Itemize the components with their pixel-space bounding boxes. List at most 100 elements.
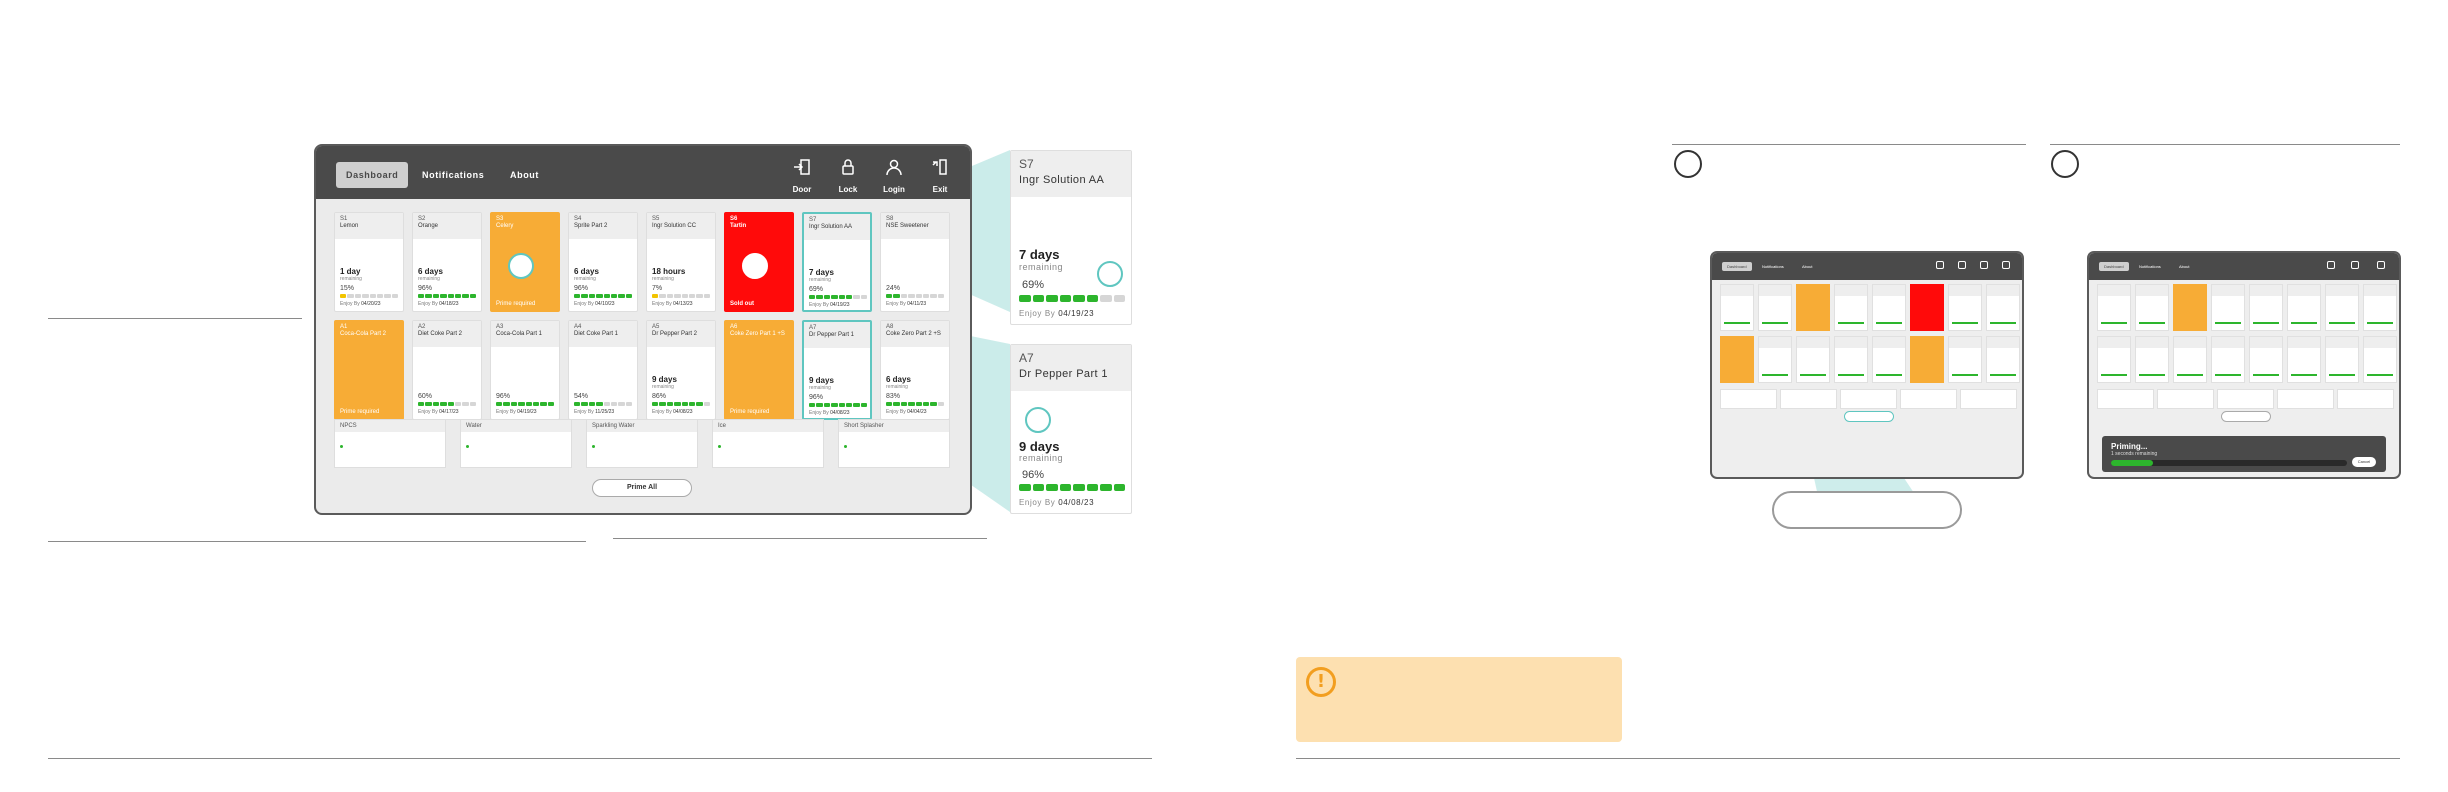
top-bar: Dashboard Notifications About Door Lock …: [316, 146, 970, 199]
enjoy-date: 04/18/23: [439, 301, 459, 307]
slot-id: A1: [340, 324, 348, 330]
ingredient-name: Dr Pepper Part 1: [1019, 368, 1108, 380]
bar-segment: [853, 403, 860, 407]
fill-bar: [418, 294, 476, 298]
ingredient-name: Lemon: [340, 223, 359, 229]
priming-cancel-button[interactable]: Cancel: [2352, 457, 2376, 467]
prime-all-button[interactable]: Prime All: [592, 479, 692, 497]
ingredient-tile-a5[interactable]: A5 Dr Pepper Part 2 9 days remaining 86% Enjo…: [646, 320, 716, 420]
tab-dashboard[interactable]: Dashboard: [336, 162, 409, 188]
bar-segment: [681, 294, 688, 298]
mini-fill-bar: [2139, 322, 2165, 324]
bar-segment: [1073, 295, 1085, 302]
bar-segment: [610, 402, 618, 406]
dispenser-pedestal: [1772, 491, 1962, 529]
enjoy-date: 04/19/23: [830, 302, 850, 308]
door-exit-icon: [794, 159, 810, 175]
priming-dialog: Priming... 1 seconds remaining Cancel: [2102, 436, 2386, 472]
mini-fill-bar: [2215, 374, 2241, 376]
bar-segment: [1100, 484, 1112, 491]
fill-percent: 96%: [418, 285, 433, 292]
enjoy-date: 04/19/23: [1058, 309, 1095, 318]
enjoy-date: 04/11/23: [907, 301, 927, 307]
bar-segment: [581, 294, 588, 298]
mini-tile-header: [1797, 337, 1829, 348]
selection-ring: [1025, 407, 1051, 433]
status-dot: [340, 445, 343, 448]
ingredient-tile-s8[interactable]: S8 NSE Sweetener 24% Enjoy By 04/11/23: [880, 212, 950, 312]
enjoy-date: 04/10/23: [595, 301, 615, 307]
ingredient-tile-a4[interactable]: A4 Diet Coke Part 1 54% Enjoy By 11/25/23: [568, 320, 638, 420]
enjoy-date: 04/04/23: [907, 409, 927, 415]
water-tile-water[interactable]: Water: [460, 419, 572, 468]
ingredient-name: Ingr Solution AA: [809, 224, 853, 230]
fill-percent: 54%: [574, 393, 589, 400]
ingredient-tile-s4[interactable]: S4 Sprite Part 2 6 days remaining 96% Enjoy B…: [568, 212, 638, 312]
tab-notifications[interactable]: Notifications: [422, 162, 484, 188]
ingredient-tile-a1[interactable]: A1 Coca-Cola Part 2 Prime required: [334, 320, 404, 420]
bar-segment: [1100, 295, 1112, 302]
zoom-card-a7: A7 Dr Pepper Part 1 9 days remaining 96%…: [1010, 344, 1132, 514]
bar-segment: [596, 294, 603, 298]
ingredient-tile-s6[interactable]: S6 Tartin Sold out: [724, 212, 794, 312]
enjoy-date: 11/25/23: [595, 409, 615, 415]
bar-segment: [1073, 484, 1085, 491]
ingredient-tile-a3[interactable]: A3 Coca-Cola Part 1 96% Enjoy By 04/19/23: [490, 320, 560, 420]
water-label: Water: [461, 420, 571, 432]
tile-header: A4 Diet Coke Part 1: [569, 321, 637, 347]
mini-fill-bar: [1724, 322, 1750, 324]
fill-bar: [809, 403, 867, 407]
water-tile-ice[interactable]: Ice: [712, 419, 824, 468]
enjoy-label: Enjoy By: [886, 301, 906, 307]
bar-segment: [440, 294, 447, 298]
water-tile-splasher[interactable]: Short Splasher: [838, 419, 950, 468]
ingredient-tile-a8[interactable]: A8 Coke Zero Part 2 +S 6 days remaining 83% E…: [880, 320, 950, 420]
lock-button[interactable]: Lock: [830, 158, 866, 194]
water-tile-npcs[interactable]: NPCS: [334, 419, 446, 468]
ingredient-tile-s1[interactable]: S1 Lemon 1 day remaining 15% Enjoy By 04/20/2…: [334, 212, 404, 312]
mini-tile-header: [2326, 285, 2358, 296]
ingredient-tile-s3[interactable]: S3 Celery Prime required: [490, 212, 560, 312]
mini-water-tile: [2337, 389, 2394, 409]
slot-id: S3: [496, 216, 504, 222]
mini-water-tile: [2277, 389, 2334, 409]
ingredient-tile-s7[interactable]: S7 Ingr Solution AA 7 days remaining 69% Enjo…: [802, 212, 872, 312]
exit-button[interactable]: Exit: [922, 158, 958, 194]
enjoy-by: Enjoy By 04/19/23: [496, 409, 537, 415]
mini-tile: [1910, 284, 1944, 331]
slot-id: S6: [730, 216, 738, 222]
fill-percent: 24%: [886, 285, 901, 292]
fill-bar: [1019, 295, 1125, 302]
warning-note: !: [1296, 657, 1622, 742]
ingredient-tile-a6[interactable]: A6 Coke Zero Part 1 +S Prime required: [724, 320, 794, 420]
time-remaining: 7 days: [1019, 247, 1060, 262]
mini-fill-bar: [1838, 322, 1864, 324]
enjoy-label: Enjoy By: [1019, 498, 1056, 507]
bar-segment: [652, 294, 659, 298]
tab-about[interactable]: About: [510, 162, 539, 188]
bar-segment: [362, 294, 369, 298]
ingredient-tile-a7[interactable]: A7 Dr Pepper Part 1 9 days remaining 96% Enjo…: [802, 320, 872, 420]
bar-segment: [454, 294, 462, 298]
login-button[interactable]: Login: [876, 158, 912, 194]
bar-segment: [1113, 295, 1125, 302]
bar-segment: [696, 294, 703, 298]
mini-tile: [2173, 336, 2207, 383]
remaining-label: remaining: [418, 276, 440, 282]
mini-tile-header: [1911, 337, 1943, 348]
ingredient-name: Coca-Cola Part 1: [496, 331, 543, 337]
fill-bar: [886, 294, 944, 298]
zoom-header: S7 Ingr Solution AA: [1011, 151, 1131, 197]
slot-id: S7: [1019, 157, 1034, 171]
mini-tile-header: [1987, 337, 2019, 348]
ingredient-tile-a2[interactable]: A2 Diet Coke Part 2 60% Enjoy By 04/17/23: [412, 320, 482, 420]
water-tile-sparkling[interactable]: Sparkling Water: [586, 419, 698, 468]
enjoy-by: Enjoy By 04/20/23: [340, 301, 381, 307]
mini-tile-header: [2364, 285, 2396, 296]
fill-percent: 96%: [496, 393, 511, 400]
time-remaining: 9 days: [809, 376, 834, 385]
door-button[interactable]: Door: [784, 158, 820, 194]
ingredient-tile-s2[interactable]: S2 Orange 6 days remaining 96% Enjoy By 04/18…: [412, 212, 482, 312]
ingredient-tile-s5[interactable]: S5 Ingr Solution CC 18 hours remaining 7% Enj…: [646, 212, 716, 312]
bar-segment: [860, 295, 867, 299]
